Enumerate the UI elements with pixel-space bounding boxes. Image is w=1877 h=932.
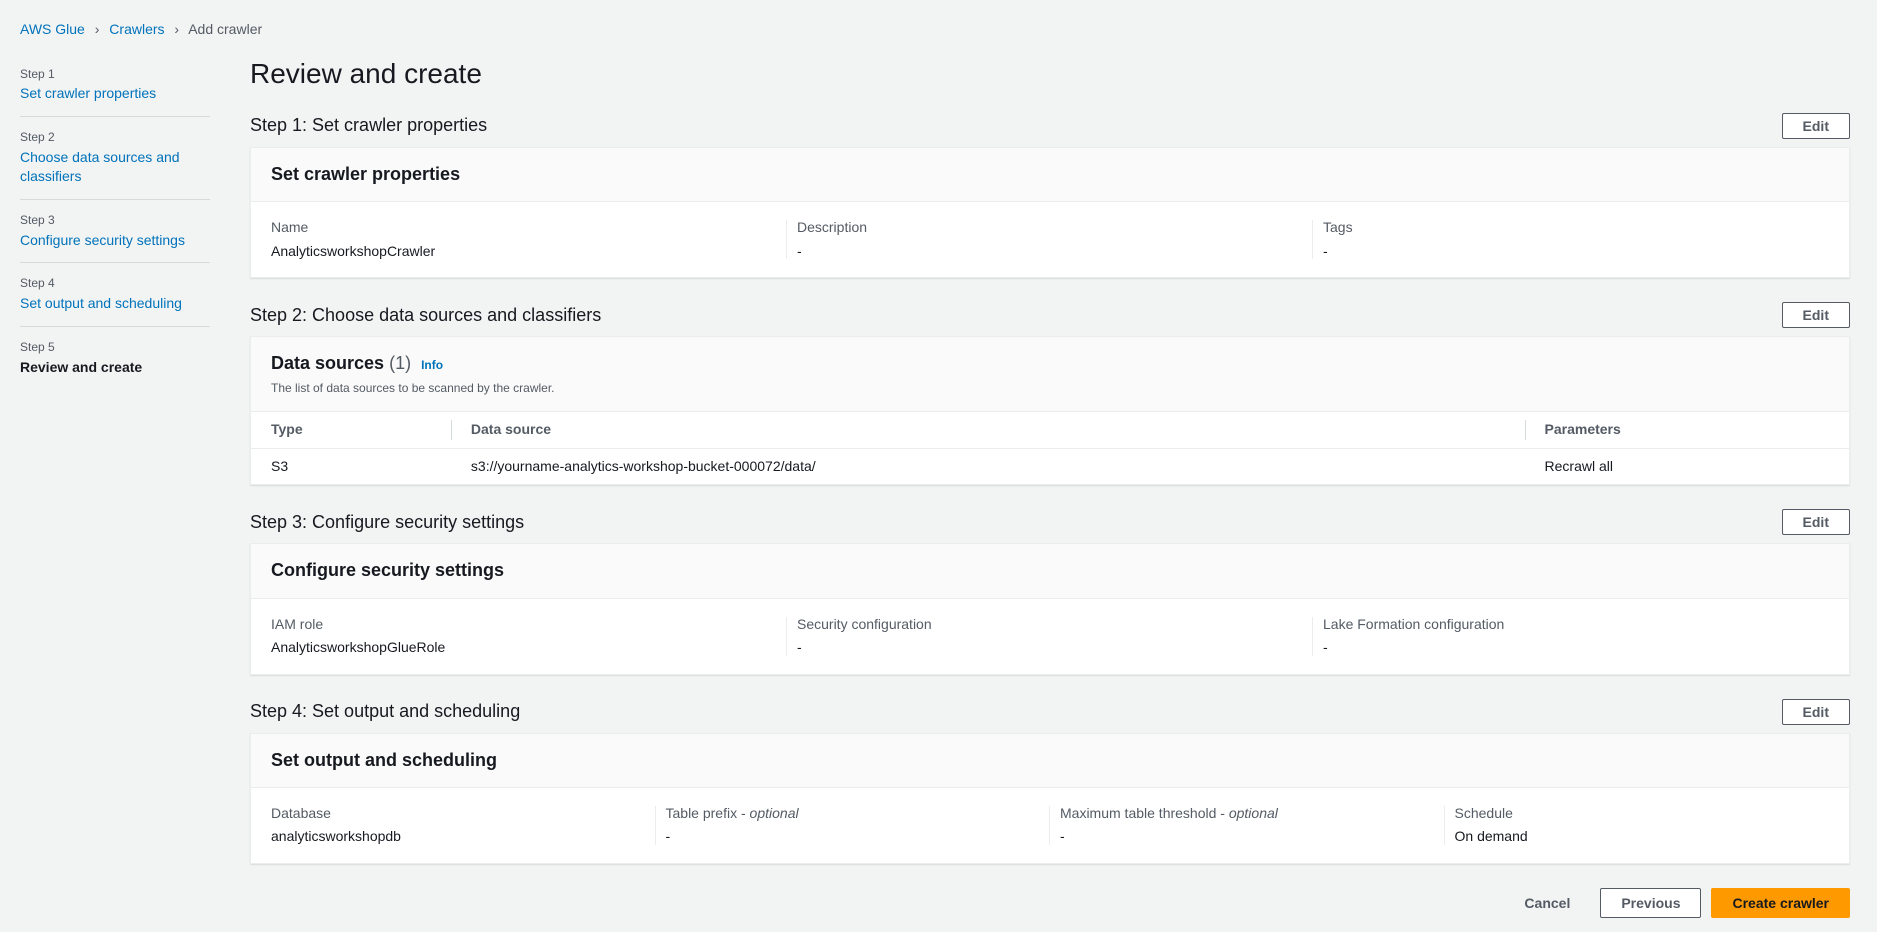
kv-value: - bbox=[797, 638, 1303, 658]
review-step1: Step 1: Set crawler properties Edit Set … bbox=[250, 113, 1850, 278]
kv-name: Name AnalyticsworkshopCrawler bbox=[271, 218, 777, 261]
create-crawler-button[interactable]: Create crawler bbox=[1711, 888, 1850, 918]
kv-value: - bbox=[797, 242, 1303, 262]
step-nav-5: Step 5 Review and create bbox=[20, 327, 210, 389]
cell-params: Recrawl all bbox=[1525, 448, 1849, 484]
step-number: Step 1 bbox=[20, 66, 210, 83]
previous-button[interactable]: Previous bbox=[1600, 888, 1701, 918]
kv-label: Database bbox=[271, 804, 646, 824]
kv-value: - bbox=[1323, 638, 1829, 658]
kv-value: - bbox=[666, 827, 1041, 847]
kv-schedule: Schedule On demand bbox=[1455, 804, 1830, 847]
kv-description: Description - bbox=[797, 218, 1303, 261]
kv-label: Name bbox=[271, 218, 777, 238]
kv-lake-formation: Lake Formation configuration - bbox=[1323, 615, 1829, 658]
panel-title-security: Configure security settings bbox=[271, 558, 1829, 583]
breadcrumb: AWS Glue › Crawlers › Add crawler bbox=[0, 0, 1877, 40]
review-step3: Step 3: Configure security settings Edit… bbox=[250, 509, 1850, 674]
footer-actions: Cancel Previous Create crawler bbox=[250, 888, 1850, 918]
kv-label: Security configuration bbox=[797, 615, 1303, 635]
section-heading-step2: Step 2: Choose data sources and classifi… bbox=[250, 303, 601, 328]
kv-label: Schedule bbox=[1455, 804, 1830, 824]
panel-title-crawler-properties: Set crawler properties bbox=[271, 162, 1829, 187]
kv-value: - bbox=[1323, 242, 1829, 262]
data-sources-count: (1) bbox=[389, 353, 411, 373]
step-nav-3[interactable]: Step 3 Configure security settings bbox=[20, 200, 210, 263]
step-title: Review and create bbox=[20, 359, 142, 375]
breadcrumb-crawlers[interactable]: Crawlers bbox=[109, 21, 164, 37]
wizard-steps-nav: Step 1 Set crawler properties Step 2 Cho… bbox=[20, 54, 210, 918]
kv-label: Table prefix - optional bbox=[666, 804, 1041, 824]
kv-value: - bbox=[1060, 827, 1435, 847]
step-number: Step 2 bbox=[20, 129, 210, 146]
data-sources-table: Type Data source Parameters S3 s3://your… bbox=[251, 412, 1849, 484]
kv-tags: Tags - bbox=[1323, 218, 1829, 261]
kv-label: IAM role bbox=[271, 615, 777, 635]
kv-label: Lake Formation configuration bbox=[1323, 615, 1829, 635]
main-content: Review and create Step 1: Set crawler pr… bbox=[250, 54, 1850, 918]
step-number: Step 4 bbox=[20, 275, 210, 292]
step-number: Step 3 bbox=[20, 212, 210, 229]
table-row: S3 s3://yourname-analytics-workshop-buck… bbox=[251, 448, 1849, 484]
kv-table-prefix: Table prefix - optional - bbox=[666, 804, 1041, 847]
info-link[interactable]: Info bbox=[421, 357, 443, 374]
step-title: Choose data sources and classifiers bbox=[20, 149, 180, 185]
kv-label: Description bbox=[797, 218, 1303, 238]
kv-value: analyticsworkshopdb bbox=[271, 827, 646, 847]
kv-table-threshold: Maximum table threshold - optional - bbox=[1060, 804, 1435, 847]
step-nav-2[interactable]: Step 2 Choose data sources and classifie… bbox=[20, 117, 210, 200]
step-nav-4[interactable]: Step 4 Set output and scheduling bbox=[20, 263, 210, 326]
review-step4: Step 4: Set output and scheduling Edit S… bbox=[250, 699, 1850, 864]
col-data-source: Data source bbox=[451, 412, 1525, 448]
page-title: Review and create bbox=[250, 54, 1850, 93]
edit-step4-button[interactable]: Edit bbox=[1782, 699, 1850, 725]
kv-database: Database analyticsworkshopdb bbox=[271, 804, 646, 847]
col-type: Type bbox=[251, 412, 451, 448]
chevron-right-icon: › bbox=[95, 21, 100, 37]
cancel-button[interactable]: Cancel bbox=[1504, 889, 1590, 917]
kv-security-config: Security configuration - bbox=[797, 615, 1303, 658]
kv-iam-role: IAM role AnalyticsworkshopGlueRole bbox=[271, 615, 777, 658]
step-nav-1[interactable]: Step 1 Set crawler properties bbox=[20, 54, 210, 117]
section-heading-step1: Step 1: Set crawler properties bbox=[250, 113, 487, 138]
section-heading-step4: Step 4: Set output and scheduling bbox=[250, 699, 520, 724]
panel-title-output: Set output and scheduling bbox=[271, 748, 1829, 773]
panel-title-data-sources: Data sources (1) bbox=[271, 351, 411, 376]
step-title: Configure security settings bbox=[20, 232, 185, 248]
kv-value: AnalyticsworkshopGlueRole bbox=[271, 638, 777, 658]
edit-step1-button[interactable]: Edit bbox=[1782, 113, 1850, 139]
step-title: Set output and scheduling bbox=[20, 295, 182, 311]
edit-step2-button[interactable]: Edit bbox=[1782, 302, 1850, 328]
edit-step3-button[interactable]: Edit bbox=[1782, 509, 1850, 535]
review-step2: Step 2: Choose data sources and classifi… bbox=[250, 302, 1850, 485]
step-title: Set crawler properties bbox=[20, 85, 156, 101]
cell-source: s3://yourname-analytics-workshop-bucket-… bbox=[451, 448, 1525, 484]
panel-subtitle: The list of data sources to be scanned b… bbox=[271, 380, 1829, 397]
col-parameters: Parameters bbox=[1525, 412, 1849, 448]
kv-label: Tags bbox=[1323, 218, 1829, 238]
chevron-right-icon: › bbox=[174, 21, 179, 37]
section-heading-step3: Step 3: Configure security settings bbox=[250, 510, 524, 535]
kv-label: Maximum table threshold - optional bbox=[1060, 804, 1435, 824]
breadcrumb-aws-glue[interactable]: AWS Glue bbox=[20, 21, 85, 37]
cell-type: S3 bbox=[251, 448, 451, 484]
step-number: Step 5 bbox=[20, 339, 210, 356]
kv-value: On demand bbox=[1455, 827, 1830, 847]
kv-value: AnalyticsworkshopCrawler bbox=[271, 242, 777, 262]
breadcrumb-current: Add crawler bbox=[188, 21, 262, 37]
